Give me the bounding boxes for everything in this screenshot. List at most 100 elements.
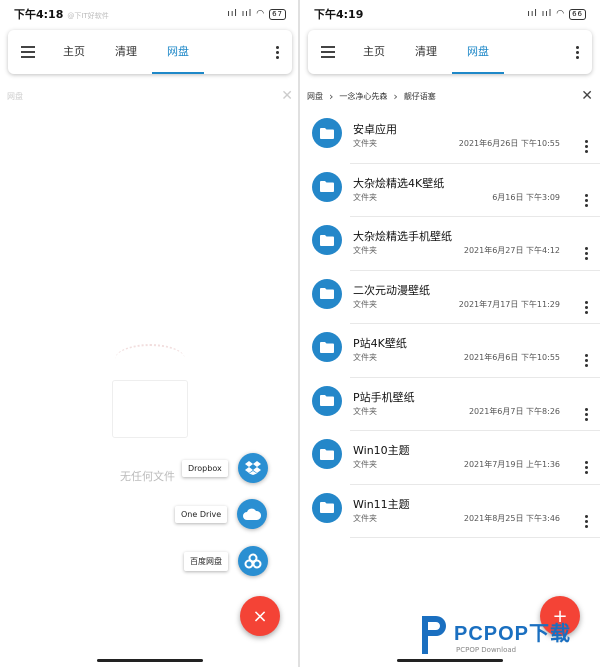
more-options-icon[interactable]	[562, 45, 592, 59]
row-more-icon[interactable]	[585, 514, 588, 528]
fab-option-label[interactable]: Dropbox	[182, 459, 228, 477]
file-row[interactable]: Win11主题 文件夹 2021年8月25日 下午3:46	[312, 485, 600, 538]
folder-icon	[312, 439, 342, 469]
file-name: Win10主题	[353, 444, 410, 457]
file-type: 文件夹	[353, 406, 377, 416]
breadcrumb: 网盘 ✕	[0, 84, 300, 108]
close-fab-button[interactable]: ×	[240, 596, 280, 636]
row-more-icon[interactable]	[585, 407, 588, 421]
breadcrumb-item[interactable]: 一念净心先森	[339, 91, 387, 102]
tab-clean[interactable]: 清理	[100, 30, 152, 74]
tab-home[interactable]: 主页	[348, 30, 400, 74]
signal-icon: ııl ııl	[527, 9, 553, 19]
status-icons: ııl ııl ◠ 66	[527, 8, 586, 20]
file-date: 2021年6月26日 下午10:55	[458, 139, 560, 148]
pcpop-logo-text: PCPOP下载	[454, 622, 572, 645]
status-icons: ııl ııl ◠ 67	[227, 8, 286, 20]
file-name: 大杂烩精选4K壁纸	[353, 176, 445, 190]
right-screen: 下午4:19 ııl ııl ◠ 66 主页 清理 网盘 网盘 › 一念净心先森 ›…	[300, 0, 600, 667]
chevron-right-icon: ›	[393, 89, 398, 103]
cloud-icon[interactable]	[237, 499, 268, 529]
file-row[interactable]: 大杂烩精选4K壁纸文件夹 6月16日 下午3:09	[312, 164, 600, 217]
file-row[interactable]: 二次元动漫壁纸文件夹 2021年7月17日 下午11:29	[312, 271, 600, 324]
status-time: 下午4:19	[314, 8, 364, 21]
folder-icon	[312, 492, 342, 523]
folder-icon	[312, 332, 342, 362]
battery-icon: 66	[569, 8, 586, 20]
status-bar: 下午4:19 ııl ııl ◠ 66	[300, 0, 600, 28]
menu-icon[interactable]	[308, 46, 348, 58]
home-indicator	[97, 659, 203, 662]
left-screen: 下午4:18 @下IT好软件 ııl ııl ◠ 67 主页 清理 网盘 网盘 ✕ 无…	[0, 0, 300, 667]
status-watermark: @下IT好软件	[67, 12, 109, 20]
battery-icon: 67	[269, 8, 286, 20]
pcpop-logo-icon	[422, 616, 446, 654]
row-more-icon[interactable]	[585, 300, 588, 314]
app-bar: 主页 清理 网盘	[308, 30, 592, 74]
breadcrumb: 网盘 › 一念净心先森 › 靓仔语塞 ✕	[300, 84, 600, 108]
folder-icon	[312, 385, 342, 416]
home-indicator	[397, 659, 503, 662]
tab-cloud[interactable]: 网盘	[452, 30, 504, 74]
file-name: 二次元动漫壁纸	[353, 283, 430, 297]
wifi-icon: ◠	[556, 9, 566, 19]
fab-option-onedrive[interactable]: One Drive	[175, 499, 268, 529]
close-icon[interactable]: ✕	[281, 88, 293, 104]
file-name: 大杂烩精选手机壁纸	[353, 230, 452, 243]
file-date: 2021年8月25日 下午3:46	[463, 513, 560, 523]
file-list: 安卓应用 文件夹 2021年6月26日 下午10:55 大杂烩精选4K壁纸 文件夹 6月1…	[300, 110, 600, 538]
baidu-cloud-icon[interactable]	[238, 546, 268, 576]
status-time: 下午4:18	[14, 8, 64, 21]
file-date: 2021年6月27日 下午4:12	[463, 246, 560, 255]
fab-option-dropbox[interactable]: Dropbox	[182, 453, 268, 483]
file-type: 文件夹	[353, 139, 377, 148]
file-name: P站4K壁纸	[353, 337, 407, 350]
tab-home[interactable]: 主页	[48, 30, 100, 74]
file-name: Win11主题	[353, 497, 410, 511]
file-name: 安卓应用	[353, 123, 397, 136]
file-row[interactable]: P站4K壁纸 文件夹 2021年6月6日 下午10:55	[312, 324, 600, 378]
file-type: 文件夹	[353, 299, 377, 309]
close-icon[interactable]: ✕	[581, 88, 593, 104]
fab-option-label[interactable]: 百度网盘	[184, 551, 228, 571]
row-more-icon[interactable]	[585, 247, 588, 260]
file-date: 6月16日 下午3:09	[492, 192, 560, 202]
folder-icon	[312, 118, 342, 148]
file-row[interactable]: Win10主题 文件夹 2021年7月19日 上午1:36	[312, 431, 600, 485]
empty-illustration	[112, 380, 188, 438]
file-date: 2021年6月6日 下午10:55	[463, 353, 560, 362]
app-bar: 主页 清理 网盘	[8, 30, 292, 74]
pcpop-logo: PCPOP下载 PCPOP Download	[418, 612, 571, 658]
more-options-icon[interactable]	[262, 45, 292, 59]
empty-state-text: 无任何文件	[120, 470, 175, 483]
row-more-icon[interactable]	[585, 193, 588, 207]
breadcrumb-item[interactable]: 靓仔语塞	[404, 91, 436, 102]
file-type: 文件夹	[353, 246, 377, 255]
menu-icon[interactable]	[8, 46, 48, 58]
wifi-icon: ◠	[256, 9, 266, 19]
file-type: 文件夹	[353, 192, 377, 202]
file-row[interactable]: 大杂烩精选手机壁纸文件夹 2021年6月27日 下午4:12	[312, 217, 600, 271]
folder-icon	[312, 171, 342, 202]
file-row[interactable]: 安卓应用文件夹 2021年6月26日 下午10:55	[312, 110, 600, 164]
file-type: 文件夹	[353, 460, 377, 469]
dropbox-icon[interactable]	[237, 453, 268, 483]
row-more-icon[interactable]	[585, 461, 588, 474]
file-name: P站手机壁纸	[353, 390, 415, 404]
breadcrumb-item[interactable]: 网盘	[7, 91, 23, 102]
fab-option-baidu[interactable]: 百度网盘	[184, 546, 268, 576]
folder-icon	[312, 225, 342, 255]
breadcrumb-item[interactable]: 网盘	[307, 91, 323, 102]
chevron-right-icon: ›	[329, 89, 334, 103]
status-bar: 下午4:18 @下IT好软件 ııl ııl ◠ 67	[0, 0, 300, 28]
file-date: 2021年6月7日 下午8:26	[468, 406, 560, 416]
fab-option-label[interactable]: One Drive	[175, 505, 228, 523]
row-more-icon[interactable]	[585, 140, 588, 153]
row-more-icon[interactable]	[585, 354, 588, 367]
file-date: 2021年7月17日 下午11:29	[458, 299, 560, 309]
tab-cloud[interactable]: 网盘	[152, 30, 204, 74]
tab-clean[interactable]: 清理	[400, 30, 452, 74]
pcpop-logo-subtext: PCPOP Download	[456, 645, 517, 654]
file-row[interactable]: P站手机壁纸文件夹 2021年6月7日 下午8:26	[312, 378, 600, 431]
signal-icon: ııl ııl	[227, 9, 253, 19]
